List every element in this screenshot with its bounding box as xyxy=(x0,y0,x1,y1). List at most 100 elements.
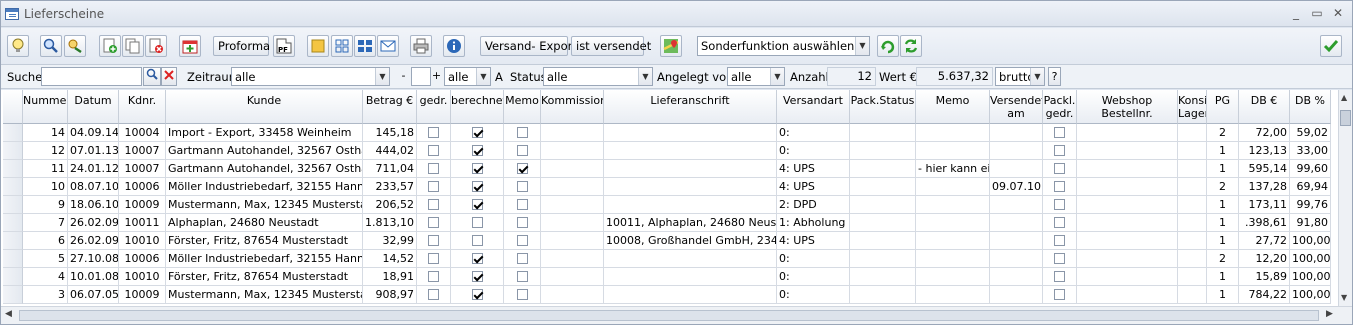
column-header-kunde[interactable]: Kunde xyxy=(166,90,363,124)
unchecked-checkbox[interactable] xyxy=(1054,234,1065,246)
table-cell-datum[interactable]: 26.02.09 xyxy=(68,232,119,250)
row-selector[interactable] xyxy=(3,160,23,178)
checked-checkbox[interactable] xyxy=(471,144,483,156)
unchecked-checkbox[interactable] xyxy=(428,234,439,246)
table-cell-webshop[interactable] xyxy=(1077,214,1178,232)
column-header-db-eur[interactable]: DB € xyxy=(1239,90,1290,124)
table-cell-versandart[interactable]: 0: xyxy=(777,124,850,142)
table-cell-db-pct[interactable]: 91,80 xyxy=(1290,214,1331,232)
table-cell-kommission[interactable] xyxy=(541,178,604,196)
table-cell-datum[interactable]: 26.02.09 xyxy=(68,214,119,232)
table-cell-kunde[interactable]: Förster, Fritz, 87654 Musterstadt xyxy=(166,268,363,286)
table-cell-versendet[interactable] xyxy=(990,268,1043,286)
table-cell-datum[interactable]: 10.01.08 xyxy=(68,268,119,286)
unchecked-checkbox[interactable] xyxy=(428,288,439,300)
table-cell-kommission[interactable] xyxy=(541,286,604,304)
unchecked-checkbox[interactable] xyxy=(428,252,439,264)
unchecked-checkbox[interactable] xyxy=(516,270,528,282)
table-cell-versandart[interactable]: 0: xyxy=(777,250,850,268)
table-cell-versandart[interactable]: 0: xyxy=(777,268,850,286)
row-selector[interactable] xyxy=(3,196,23,214)
table-cell-db-eur[interactable]: 784,22 xyxy=(1239,286,1290,304)
table-cell-db-pct[interactable]: 59,02 xyxy=(1290,124,1331,142)
row-selector[interactable] xyxy=(3,214,23,232)
unchecked-checkbox[interactable] xyxy=(471,234,483,246)
versand-export-button[interactable]: Versand- Export xyxy=(480,36,577,56)
help-button[interactable]: ? xyxy=(1048,67,1061,86)
table-cell-lieferanschrift[interactable] xyxy=(604,286,777,304)
table-cell-nummer[interactable]: 4 xyxy=(23,268,68,286)
table-cell-konsi[interactable] xyxy=(1178,160,1207,178)
table-cell-kdnr[interactable]: 10006 xyxy=(119,250,166,268)
table-cell-memo[interactable] xyxy=(916,214,990,232)
table-cell-db-pct[interactable]: 100,00 xyxy=(1290,268,1331,286)
search-input[interactable] xyxy=(41,67,142,86)
table-cell-kdnr[interactable]: 10004 xyxy=(119,124,166,142)
table-cell-nummer[interactable]: 6 xyxy=(23,232,68,250)
table-cell-kdnr[interactable]: 10011 xyxy=(119,214,166,232)
brutto-select[interactable]: brutto ▼ xyxy=(995,67,1045,86)
table-cell-webshop[interactable] xyxy=(1077,142,1178,160)
table-cell-nummer[interactable]: 7 xyxy=(23,214,68,232)
table-cell-packstatus[interactable] xyxy=(850,232,916,250)
table-cell-konsi[interactable] xyxy=(1178,142,1207,160)
chevron-down-icon[interactable]: ▼ xyxy=(476,68,490,85)
table-cell-pg[interactable]: 2 xyxy=(1207,124,1239,142)
chevron-down-icon[interactable]: ▼ xyxy=(1030,68,1044,85)
table-cell-kommission[interactable] xyxy=(541,160,604,178)
table-cell-db-pct[interactable]: 69,94 xyxy=(1290,178,1331,196)
vertical-scrollbar[interactable]: ▲ ▼ xyxy=(1338,90,1352,306)
table-cell-betrag[interactable]: 444,02 xyxy=(363,142,417,160)
table-cell-datum[interactable]: 07.01.13 xyxy=(68,142,119,160)
table-cell-kunde[interactable]: Import - Export, 33458 Weinheim xyxy=(166,124,363,142)
table-cell-db-pct[interactable]: 100,00 xyxy=(1290,250,1331,268)
delete-document-icon[interactable] xyxy=(145,35,167,57)
table-cell-memo[interactable] xyxy=(916,232,990,250)
table-cell-versandart[interactable]: 0: xyxy=(777,142,850,160)
table-cell-versandart[interactable]: 4: UPS xyxy=(777,178,850,196)
search-icon[interactable] xyxy=(40,35,62,57)
table-cell-kdnr[interactable]: 10010 xyxy=(119,268,166,286)
table-cell-db-eur[interactable]: 27,72 xyxy=(1239,232,1290,250)
table-cell-kunde[interactable]: Möller Industriebedarf, 32155 Hannover xyxy=(166,250,363,268)
chevron-down-icon[interactable]: ▼ xyxy=(375,68,389,85)
plus-button[interactable]: + xyxy=(431,67,442,86)
table-cell-packstatus[interactable] xyxy=(850,160,916,178)
table-cell-db-eur[interactable]: 72,00 xyxy=(1239,124,1290,142)
unchecked-checkbox[interactable] xyxy=(471,216,483,228)
table-cell-versendet[interactable] xyxy=(990,124,1043,142)
table-cell-versendet[interactable] xyxy=(990,232,1043,250)
scroll-up-icon[interactable]: ▲ xyxy=(1341,93,1347,102)
close-button[interactable]: ✕ xyxy=(1329,6,1347,21)
table-cell-konsi[interactable] xyxy=(1178,178,1207,196)
row-selector[interactable] xyxy=(3,268,23,286)
table-cell-webshop[interactable] xyxy=(1077,268,1178,286)
table-cell-konsi[interactable] xyxy=(1178,196,1207,214)
table-cell-kdnr[interactable]: 10007 xyxy=(119,160,166,178)
chevron-down-icon[interactable]: ▼ xyxy=(638,68,652,85)
unchecked-checkbox[interactable] xyxy=(428,180,439,192)
unchecked-checkbox[interactable] xyxy=(516,198,528,210)
table-cell-kommission[interactable] xyxy=(541,142,604,160)
column-header-berechnet[interactable]: berechnet xyxy=(451,90,504,124)
column-header-packstatus[interactable]: Pack.Status xyxy=(850,90,916,124)
unchecked-checkbox[interactable] xyxy=(1054,270,1065,282)
checked-checkbox[interactable] xyxy=(471,288,483,300)
table-cell-versendet[interactable] xyxy=(990,196,1043,214)
column-header-nummer[interactable]: Nummer xyxy=(23,90,68,124)
clear-search-icon[interactable] xyxy=(161,67,177,86)
chevron-down-icon[interactable]: ▼ xyxy=(770,68,784,85)
column-header-packl[interactable]: Packl. gedr. xyxy=(1043,90,1077,124)
folder-icon[interactable] xyxy=(307,35,329,57)
scroll-down-icon[interactable]: ▼ xyxy=(1341,293,1347,302)
table-cell-versendet[interactable] xyxy=(990,250,1043,268)
scroll-right-icon[interactable]: ▶ xyxy=(1326,309,1333,319)
column-header-webshop[interactable]: Webshop Bestellnr. xyxy=(1077,90,1178,124)
unchecked-checkbox[interactable] xyxy=(1054,288,1065,300)
column-header-memo-cb[interactable]: Memo xyxy=(504,90,541,124)
table-cell-kommission[interactable] xyxy=(541,268,604,286)
column-header-versendet[interactable]: Versendet am xyxy=(990,90,1043,124)
table-cell-packstatus[interactable] xyxy=(850,142,916,160)
column-header-kommission[interactable]: Kommission xyxy=(541,90,604,124)
table-cell-betrag[interactable]: 14,52 xyxy=(363,250,417,268)
